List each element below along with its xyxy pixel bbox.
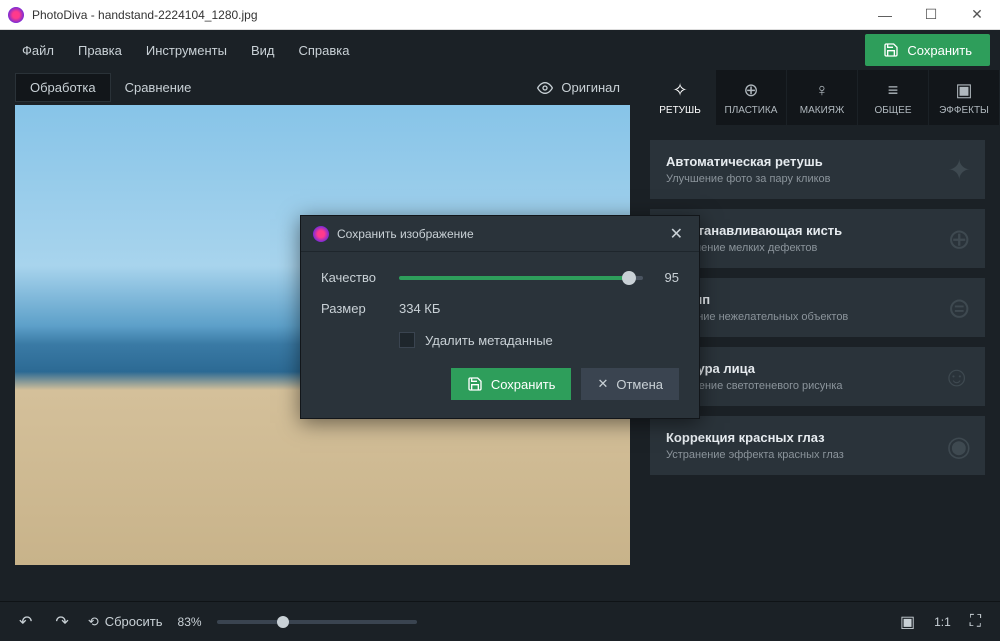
dialog-save-button[interactable]: Сохранить bbox=[451, 368, 572, 400]
delete-meta-row: Удалить метаданные bbox=[399, 332, 679, 348]
tab-process[interactable]: Обработка bbox=[15, 73, 111, 102]
size-label: Размер bbox=[321, 301, 399, 316]
quality-label: Качество bbox=[321, 270, 399, 285]
dialog-titlebar: Сохранить изображение ✕ bbox=[301, 216, 699, 252]
quality-slider[interactable] bbox=[399, 276, 643, 280]
window-maximize-button[interactable]: ☐ bbox=[908, 0, 954, 30]
ratio-label[interactable]: 1:1 bbox=[934, 615, 951, 629]
delete-meta-checkbox[interactable] bbox=[399, 332, 415, 348]
tooltab-retouch[interactable]: ✧РЕТУШЬ bbox=[645, 70, 716, 125]
quality-slider-thumb[interactable] bbox=[622, 271, 636, 285]
plastic-icon: ⊕ bbox=[743, 80, 758, 101]
original-button[interactable]: Оригинал bbox=[527, 74, 630, 102]
app-logo-icon bbox=[8, 7, 24, 23]
window-title: PhotoDiva - handstand-2224104_1280.jpg bbox=[32, 8, 862, 22]
app-body: Файл Правка Инструменты Вид Справка Сохр… bbox=[0, 30, 1000, 641]
save-button-label: Сохранить bbox=[907, 43, 972, 58]
menu-file[interactable]: Файл bbox=[10, 43, 66, 58]
reset-label: Сбросить bbox=[105, 614, 163, 629]
redo-button[interactable]: ↷ bbox=[51, 608, 72, 636]
bandage-icon: ⊕ bbox=[948, 222, 971, 255]
tooltab-general[interactable]: ≡ОБЩЕЕ bbox=[858, 70, 929, 125]
menu-help[interactable]: Справка bbox=[286, 43, 361, 58]
dialog-cancel-button[interactable]: ✕ Отмена bbox=[581, 368, 679, 400]
save-icon bbox=[883, 42, 899, 58]
makeup-icon: ♀ bbox=[815, 80, 829, 101]
tool-tabs: ✧РЕТУШЬ ⊕ПЛАСТИКА ♀МАКИЯЖ ≡ОБЩЕЕ ▣ЭФФЕКТ… bbox=[645, 70, 1000, 125]
dialog-save-label: Сохранить bbox=[491, 377, 556, 392]
save-dialog: Сохранить изображение ✕ Качество 95 Разм… bbox=[300, 215, 700, 419]
reset-icon: ⟲ bbox=[88, 614, 99, 630]
zoom-slider[interactable] bbox=[217, 620, 417, 624]
effects-icon: ▣ bbox=[955, 80, 972, 101]
dialog-buttons: Сохранить ✕ Отмена bbox=[321, 368, 679, 400]
dialog-cancel-label: Отмена bbox=[616, 377, 663, 392]
bottom-bar: ↶ ↷ ⟲ Сбросить 83% ▣ 1:1 ⛶ bbox=[0, 601, 1000, 641]
zoom-value: 83% bbox=[178, 615, 202, 629]
dialog-logo-icon bbox=[313, 226, 329, 242]
window-minimize-button[interactable]: — bbox=[862, 0, 908, 30]
panel-face-texture[interactable]: Фактура лицаУлучшение светотеневого рису… bbox=[650, 347, 985, 406]
eye-icon bbox=[537, 80, 553, 96]
fit-button[interactable]: ▣ bbox=[896, 608, 919, 636]
dialog-body: Качество 95 Размер 334 КБ Удалить метада… bbox=[301, 252, 699, 418]
tooltab-effects[interactable]: ▣ЭФФЕКТЫ bbox=[929, 70, 1000, 125]
fullscreen-button[interactable]: ⛶ bbox=[966, 609, 985, 635]
size-row: Размер 334 КБ bbox=[321, 301, 679, 316]
menu-tools[interactable]: Инструменты bbox=[134, 43, 239, 58]
panel-stamp[interactable]: ШтампУдаление нежелательных объектов⊜ bbox=[650, 278, 985, 337]
panel-red-eye[interactable]: Коррекция красных глазУстранение эффекта… bbox=[650, 416, 985, 475]
panel-healing-brush[interactable]: Восстанавливающая кистьУстранение мелких… bbox=[650, 209, 985, 268]
menu-edit[interactable]: Правка bbox=[66, 43, 134, 58]
tooltab-plastic[interactable]: ⊕ПЛАСТИКА bbox=[716, 70, 787, 125]
quality-row: Качество 95 bbox=[321, 270, 679, 285]
original-label: Оригинал bbox=[561, 80, 620, 95]
close-icon: ✕ bbox=[597, 376, 608, 392]
left-toolbar: Обработка Сравнение Оригинал bbox=[0, 70, 645, 105]
face-icon: ☺ bbox=[942, 361, 971, 393]
window-close-button[interactable]: ✕ bbox=[954, 0, 1000, 30]
sparkle-icon: ✦ bbox=[948, 153, 971, 186]
zoom-slider-thumb[interactable] bbox=[277, 616, 289, 628]
menu-view[interactable]: Вид bbox=[239, 43, 287, 58]
window-titlebar: PhotoDiva - handstand-2224104_1280.jpg —… bbox=[0, 0, 1000, 30]
stamp-icon: ⊜ bbox=[948, 291, 971, 324]
tab-compare[interactable]: Сравнение bbox=[111, 74, 206, 101]
dialog-close-button[interactable]: ✕ bbox=[666, 220, 687, 248]
size-value: 334 КБ bbox=[399, 301, 440, 316]
panel-auto-retouch[interactable]: Автоматическая ретушьУлучшение фото за п… bbox=[650, 140, 985, 199]
dialog-title: Сохранить изображение bbox=[337, 227, 666, 241]
quality-value: 95 bbox=[655, 270, 679, 285]
save-icon bbox=[467, 376, 483, 392]
general-icon: ≡ bbox=[888, 80, 899, 101]
undo-button[interactable]: ↶ bbox=[15, 608, 36, 636]
reset-button[interactable]: ⟲ Сбросить bbox=[88, 614, 163, 630]
retouch-icon: ✧ bbox=[672, 80, 687, 101]
menubar: Файл Правка Инструменты Вид Справка Сохр… bbox=[0, 30, 1000, 70]
save-button[interactable]: Сохранить bbox=[865, 34, 990, 66]
tooltab-makeup[interactable]: ♀МАКИЯЖ bbox=[787, 70, 858, 125]
delete-meta-label: Удалить метаданные bbox=[425, 333, 553, 348]
eye-icon: ◉ bbox=[947, 429, 971, 462]
